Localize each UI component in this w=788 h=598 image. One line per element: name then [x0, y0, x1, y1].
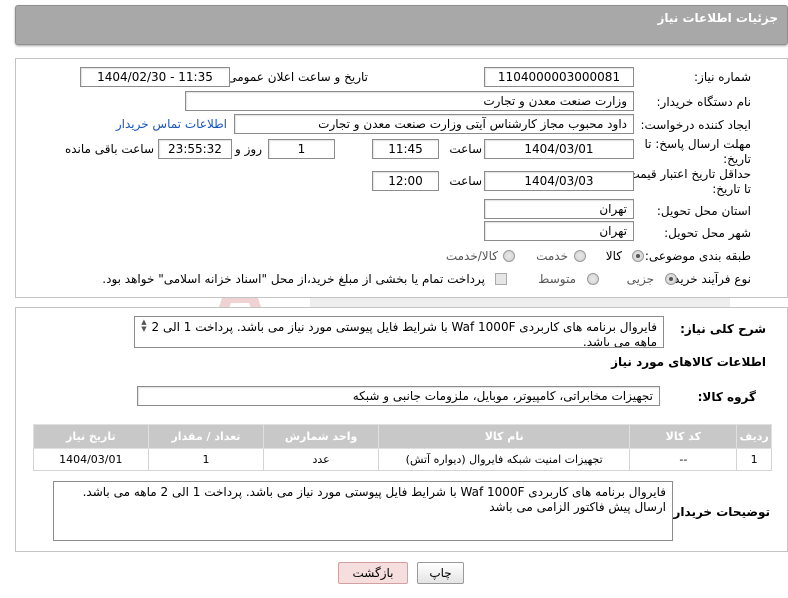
cell-quantity: 1	[147, 448, 265, 471]
deadline-time-label: ساعت	[449, 142, 482, 156]
buyer-org-field: وزارت صنعت معدن و تجارت	[185, 91, 634, 111]
need-number-field: 1104000003000081	[484, 67, 634, 87]
delivery-province-label: استان محل تحویل:	[656, 204, 751, 218]
buyer-notes-label: توضیحات خریدار:	[668, 505, 770, 519]
cell-name: تجهیزات امنیت شبکه فایروال (دیواره آتش)	[377, 448, 631, 471]
need-number-label: شماره نیاز:	[694, 70, 751, 84]
col-need-date: تاریخ نیاز	[33, 424, 149, 449]
requester-field: داود محبوب مجاز کارشناس آیتی وزارت صنعت …	[234, 114, 634, 134]
buyer-org-label: نام دستگاه خریدار:	[656, 95, 752, 109]
treasury-checkbox[interactable]	[495, 273, 507, 285]
goods-table: ردیف کد کالا نام کالا واحد شمارش تعداد /…	[33, 424, 772, 471]
price-validity-time-field: 12:00	[372, 171, 439, 191]
delivery-province-field: تهران	[484, 199, 634, 219]
price-validity-date-field: 1404/03/03	[484, 171, 634, 191]
category-option-goods-service: کالا/خدمت	[445, 249, 498, 263]
price-validity-label-line1: حداقل تاریخ اعتبار قیمت:	[624, 167, 751, 181]
process-radio-medium[interactable]	[587, 273, 599, 285]
col-quantity: تعداد / مقدار	[147, 424, 265, 449]
process-option-medium: متوسط	[538, 272, 576, 286]
requester-label: ایجاد کننده درخواست:	[640, 118, 751, 132]
category-radio-goods-service[interactable]	[503, 250, 515, 262]
print-button[interactable]: چاپ	[417, 562, 464, 584]
process-option-minor: جزیی	[626, 272, 654, 286]
delivery-city-label: شهر محل تحویل:	[664, 226, 751, 240]
category-radio-goods[interactable]	[632, 250, 644, 262]
goods-group-label: گروه کالا:	[697, 390, 756, 404]
deadline-days-field: 1	[268, 139, 335, 159]
delivery-city-field: تهران	[484, 221, 634, 241]
col-unit: واحد شمارش	[263, 424, 379, 449]
description-scroll-arrows-icon[interactable]: ▲ ▼	[139, 319, 149, 341]
back-button[interactable]: بازگشت	[338, 562, 408, 584]
col-code: کد کالا	[629, 424, 738, 449]
category-option-goods: کالا	[605, 249, 622, 263]
purchase-process-label: نوع فرآیند خرید :	[666, 272, 751, 286]
remaining-time-label: ساعت باقی مانده	[64, 142, 154, 156]
remaining-time-field: 23:55:32	[158, 139, 232, 159]
treasury-note: پرداخت تمام یا بخشی از مبلغ خرید،از محل …	[102, 272, 485, 286]
price-validity-time-label: ساعت	[449, 174, 482, 188]
cell-row: 1	[736, 448, 772, 471]
col-name: نام کالا	[377, 424, 631, 449]
col-row: ردیف	[736, 424, 772, 449]
deadline-date-field: 1404/03/01	[484, 139, 634, 159]
announce-datetime-field: 1404/02/30 - 11:35	[80, 67, 230, 87]
buyer-notes-line1: فایروال برنامه های کاربردی Waf 1000F با …	[82, 485, 666, 499]
buyer-notes-line2: ارسال پیش فاکتور الزامی می باشد	[489, 500, 666, 514]
page-title: جزئیات اطلاعات نیاز	[657, 11, 778, 25]
category-option-service: خدمت	[536, 249, 568, 263]
cell-unit: عدد	[263, 448, 379, 471]
cell-code: --	[629, 448, 738, 471]
table-row: 1 -- تجهیزات امنیت شبکه فایروال (دیواره …	[33, 448, 772, 471]
description-label: شرح کلی نیاز:	[680, 322, 766, 336]
cell-need-date: 1404/03/01	[33, 448, 149, 471]
price-validity-label-line2: تا تاریخ:	[712, 182, 751, 196]
category-radio-service[interactable]	[574, 250, 586, 262]
deadline-label-line1: مهلت ارسال پاسخ: تا	[644, 137, 751, 151]
announce-datetime-label: تاریخ و ساعت اعلان عمومی:	[223, 70, 368, 84]
goods-section-title: اطلاعات کالاهای مورد نیاز	[611, 355, 766, 369]
buyer-notes-textarea[interactable]: فایروال برنامه های کاربردی Waf 1000F با …	[53, 481, 673, 541]
category-label: طبقه بندی موضوعی:	[644, 249, 751, 263]
goods-group-field: تجهیزات مخابراتی، کامپیوتر، موبایل، ملزو…	[137, 386, 660, 406]
description-textarea[interactable]: فایروال برنامه های کاربردی Waf 1000F با …	[134, 316, 664, 348]
deadline-time-field: 11:45	[372, 139, 439, 159]
deadline-days-label: روز و	[235, 142, 262, 156]
buyer-contact-link[interactable]: اطلاعات تماس خریدار	[116, 117, 227, 131]
deadline-label-line2: تاریخ:	[723, 152, 751, 166]
goods-table-header: ردیف کد کالا نام کالا واحد شمارش تعداد /…	[33, 424, 772, 449]
process-radio-minor[interactable]	[665, 273, 677, 285]
